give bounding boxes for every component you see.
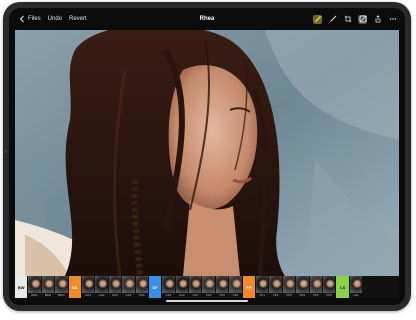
filter-group-fp[interactable]: FP — [242, 276, 256, 298]
thumbnail-preview — [322, 276, 336, 293]
filter-thumbnail[interactable]: CA3 — [108, 276, 122, 298]
thumbnail-label: CA3 — [112, 293, 118, 297]
photo-canvas[interactable] — [15, 30, 399, 276]
filter-thumbnail[interactable]: FP3 — [282, 276, 296, 298]
thumbnail-label: BW1 — [31, 293, 38, 297]
thumbnail-preview — [256, 276, 269, 293]
front-camera — [4, 150, 7, 153]
filter-group-ca[interactable]: CA — [68, 276, 81, 298]
thumbnail-preview — [55, 276, 68, 293]
filter-group-label: BW — [17, 284, 25, 290]
thumbnail-label: CF5 — [219, 293, 225, 297]
thumbnail-label: FP3 — [286, 293, 292, 297]
thumbnail-label: CA5 — [138, 293, 145, 297]
filter-thumbnail[interactable]: FP6 — [322, 276, 336, 298]
filter-thumbnail[interactable]: BW3 — [55, 276, 68, 298]
thumbnail-label: BW3 — [58, 293, 65, 297]
filter-thumbnail[interactable]: BW2 — [41, 276, 55, 298]
more-icon[interactable] — [388, 15, 397, 24]
thumbnail-label: FP5 — [313, 293, 319, 297]
thumbnail-preview — [215, 276, 229, 293]
thumbnail-label: CA4 — [125, 293, 132, 297]
thumbnail-label: CF1 — [165, 293, 172, 297]
thumbnail-preview — [122, 276, 135, 293]
thumbnail-preview — [282, 276, 296, 293]
filter-thumbnail[interactable]: FP1 — [256, 276, 269, 298]
thumbnail-preview — [95, 276, 108, 293]
thumbnail-label: FP2 — [272, 293, 279, 297]
filter-group-cf[interactable]: CF — [148, 276, 162, 298]
thumbnail-label: FP1 — [259, 293, 265, 297]
thumbnail-label: CF3 — [192, 293, 199, 297]
thumbnail-preview — [162, 276, 175, 293]
thumbnail-label: LS1 — [353, 293, 359, 297]
filter-thumbnail[interactable]: CF2 — [175, 276, 189, 298]
app-window: Files Undo Revert Rhea BW BW1 BW2 BW3 CA… — [9, 8, 405, 305]
filter-thumbnail[interactable]: CF3 — [189, 276, 202, 298]
thumbnail-preview — [81, 276, 95, 293]
thumbnail-preview — [309, 276, 322, 293]
filter-thumbnail[interactable]: CF1 — [162, 276, 175, 298]
home-indicator[interactable] — [166, 300, 248, 302]
filter-thumbnail[interactable]: CA5 — [135, 276, 148, 298]
thumbnail-preview — [202, 276, 215, 293]
filter-thumbnail[interactable]: BW1 — [28, 276, 41, 298]
filter-thumbnail[interactable]: CF4 — [202, 276, 215, 298]
filter-group-label: CA — [71, 284, 78, 290]
filter-group-bw[interactable]: BW — [15, 276, 28, 298]
thumbnail-preview — [229, 276, 242, 293]
thumbnail-label: CF2 — [179, 293, 185, 297]
filter-thumbnail[interactable]: CA1 — [81, 276, 95, 298]
tablet-frame: Files Undo Revert Rhea BW BW1 BW2 BW3 CA… — [3, 2, 411, 311]
filter-filmstrip: BW BW1 BW2 BW3 CA CA1 CA2 CA3 CA4 CA5 CF CF1 CF2 CF3 C… — [15, 276, 399, 298]
top-toolbar: Files Undo Revert Rhea — [9, 8, 405, 30]
filter-group-label: FP — [246, 284, 252, 290]
filter-group-label: CF — [152, 284, 158, 290]
wand-icon[interactable] — [328, 15, 337, 24]
filter-thumbnail[interactable]: FP5 — [309, 276, 322, 298]
thumbnail-label: BW2 — [44, 293, 52, 297]
filter-thumbnail[interactable]: CA4 — [122, 276, 135, 298]
portrait-photo — [15, 30, 399, 276]
filter-thumbnail[interactable]: CF5 — [215, 276, 229, 298]
thumbnail-preview — [189, 276, 202, 293]
thumbnail-label: FP6 — [326, 293, 332, 297]
thumbnail-preview — [349, 276, 363, 293]
thumbnail-preview — [269, 276, 282, 293]
filter-thumbnail[interactable]: CF6 — [229, 276, 242, 298]
thumbnail-preview — [135, 276, 148, 293]
filter-thumbnail[interactable]: FP4 — [296, 276, 309, 298]
thumbnail-preview — [175, 276, 189, 293]
filter-group-label: LS — [340, 284, 346, 290]
filter-group-ls[interactable]: LS — [336, 276, 349, 298]
crop-icon[interactable] — [343, 15, 352, 24]
thumbnail-preview — [108, 276, 122, 293]
thumbnail-label: CA2 — [98, 293, 105, 297]
filter-thumbnail[interactable]: CA2 — [95, 276, 108, 298]
thumbnail-preview — [296, 276, 309, 293]
filter-thumbnail[interactable]: LS1 — [349, 276, 363, 298]
thumbnail-preview — [41, 276, 55, 293]
thumbnail-preview — [28, 276, 41, 293]
brush-icon[interactable] — [313, 14, 322, 24]
share-icon[interactable] — [373, 15, 382, 24]
adjust-icon[interactable] — [358, 14, 367, 24]
thumbnail-label: CF4 — [205, 293, 212, 297]
filter-thumbnail[interactable]: FP2 — [269, 276, 282, 298]
thumbnail-label: FP4 — [299, 293, 306, 297]
thumbnail-label: CA1 — [85, 293, 92, 297]
thumbnail-label: CF6 — [232, 293, 239, 297]
